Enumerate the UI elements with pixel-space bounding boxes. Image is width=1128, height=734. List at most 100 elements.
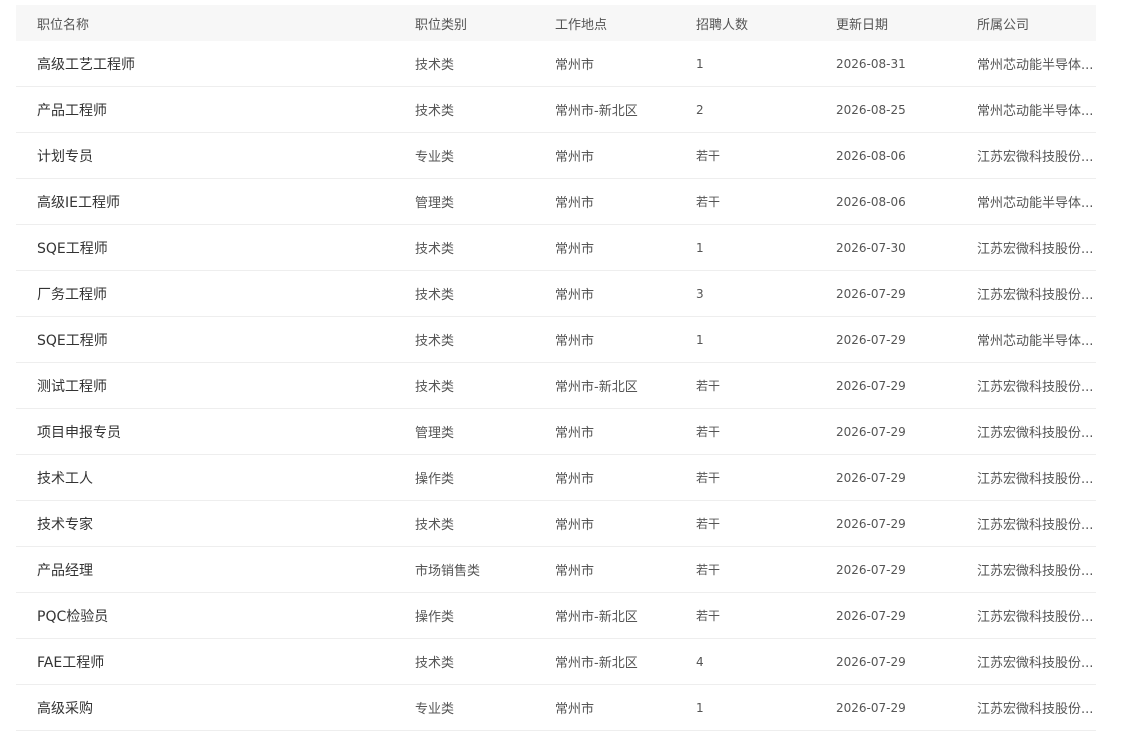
table-row[interactable]: 技术工人 操作类 常州市 若干 2026-07-29 江苏宏微科技股份... xyxy=(16,454,1096,501)
headcount: 若干 xyxy=(696,592,836,639)
job-category: 技术类 xyxy=(415,362,555,409)
header-row: 职位名称 职位类别 工作地点 招聘人数 更新日期 所属公司 xyxy=(16,5,1096,41)
update-date: 2026-07-29 xyxy=(836,546,977,593)
job-title[interactable]: 高级工艺工程师 xyxy=(16,41,415,87)
job-listing-table: 职位名称 职位类别 工作地点 招聘人数 更新日期 所属公司 高级工艺工程师 技术类… xyxy=(16,5,1096,731)
company: 江苏宏微科技股份... xyxy=(977,362,1096,409)
work-location: 常州市 xyxy=(555,500,696,547)
table-row[interactable]: 高级工艺工程师 技术类 常州市 1 2026-08-31 常州芯动能半导体... xyxy=(16,41,1096,87)
work-location: 常州市-新北区 xyxy=(555,362,696,409)
job-category: 技术类 xyxy=(415,86,555,133)
job-category: 技术类 xyxy=(415,316,555,363)
company: 江苏宏微科技股份... xyxy=(977,546,1096,593)
job-title[interactable]: 产品经理 xyxy=(16,546,415,593)
update-date: 2026-07-29 xyxy=(836,408,977,455)
job-title[interactable]: 技术工人 xyxy=(16,454,415,501)
headcount: 若干 xyxy=(696,546,836,593)
company: 江苏宏微科技股份... xyxy=(977,408,1096,455)
header-update-date: 更新日期 xyxy=(836,5,977,41)
job-category: 管理类 xyxy=(415,408,555,455)
table-row[interactable]: 高级采购 专业类 常州市 1 2026-07-29 江苏宏微科技股份... xyxy=(16,684,1096,731)
headcount: 若干 xyxy=(696,132,836,179)
update-date: 2026-07-29 xyxy=(836,362,977,409)
header-company: 所属公司 xyxy=(977,5,1096,41)
work-location: 常州市 xyxy=(555,316,696,363)
update-date: 2026-07-30 xyxy=(836,224,977,271)
header-job-category: 职位类别 xyxy=(415,5,555,41)
work-location: 常州市 xyxy=(555,270,696,317)
table-header: 职位名称 职位类别 工作地点 招聘人数 更新日期 所属公司 xyxy=(16,5,1096,41)
table-row[interactable]: 项目申报专员 管理类 常州市 若干 2026-07-29 江苏宏微科技股份... xyxy=(16,408,1096,455)
job-title[interactable]: 厂务工程师 xyxy=(16,270,415,317)
work-location: 常州市 xyxy=(555,454,696,501)
headcount: 若干 xyxy=(696,454,836,501)
headcount: 4 xyxy=(696,638,836,685)
table-row[interactable]: SQE工程师 技术类 常州市 1 2026-07-29 常州芯动能半导体... xyxy=(16,316,1096,363)
job-title[interactable]: 技术专家 xyxy=(16,500,415,547)
work-location: 常州市 xyxy=(555,224,696,271)
headcount: 2 xyxy=(696,86,836,133)
update-date: 2026-07-29 xyxy=(836,638,977,685)
job-title[interactable]: SQE工程师 xyxy=(16,224,415,271)
table-row[interactable]: 厂务工程师 技术类 常州市 3 2026-07-29 江苏宏微科技股份... xyxy=(16,270,1096,317)
job-category: 技术类 xyxy=(415,500,555,547)
update-date: 2026-07-29 xyxy=(836,454,977,501)
job-title[interactable]: 测试工程师 xyxy=(16,362,415,409)
update-date: 2026-08-06 xyxy=(836,132,977,179)
work-location: 常州市 xyxy=(555,684,696,731)
work-location: 常州市 xyxy=(555,546,696,593)
headcount: 3 xyxy=(696,270,836,317)
table-row[interactable]: 产品经理 市场销售类 常州市 若干 2026-07-29 江苏宏微科技股份... xyxy=(16,546,1096,593)
table-row[interactable]: 计划专员 专业类 常州市 若干 2026-08-06 江苏宏微科技股份... xyxy=(16,132,1096,179)
header-work-location: 工作地点 xyxy=(555,5,696,41)
job-category: 管理类 xyxy=(415,178,555,225)
table-row[interactable]: 技术专家 技术类 常州市 若干 2026-07-29 江苏宏微科技股份... xyxy=(16,500,1096,547)
table-row[interactable]: 测试工程师 技术类 常州市-新北区 若干 2026-07-29 江苏宏微科技股份... xyxy=(16,362,1096,409)
table-body: 高级工艺工程师 技术类 常州市 1 2026-08-31 常州芯动能半导体... 产品工程师… xyxy=(16,41,1096,731)
job-category: 技术类 xyxy=(415,638,555,685)
table-row[interactable]: 产品工程师 技术类 常州市-新北区 2 2026-08-25 常州芯动能半导体... xyxy=(16,86,1096,133)
company: 常州芯动能半导体... xyxy=(977,41,1096,87)
work-location: 常州市-新北区 xyxy=(555,638,696,685)
table-row[interactable]: FAE工程师 技术类 常州市-新北区 4 2026-07-29 江苏宏微科技股份... xyxy=(16,638,1096,685)
company: 江苏宏微科技股份... xyxy=(977,592,1096,639)
job-title[interactable]: 项目申报专员 xyxy=(16,408,415,455)
headcount: 若干 xyxy=(696,362,836,409)
job-category: 市场销售类 xyxy=(415,546,555,593)
company: 常州芯动能半导体... xyxy=(977,86,1096,133)
job-title[interactable]: 计划专员 xyxy=(16,132,415,179)
job-title[interactable]: 高级采购 xyxy=(16,684,415,731)
job-category: 操作类 xyxy=(415,592,555,639)
company: 江苏宏微科技股份... xyxy=(977,224,1096,271)
job-title[interactable]: 产品工程师 xyxy=(16,86,415,133)
update-date: 2026-07-29 xyxy=(836,500,977,547)
work-location: 常州市 xyxy=(555,408,696,455)
job-title[interactable]: PQC检验员 xyxy=(16,592,415,639)
table-row[interactable]: SQE工程师 技术类 常州市 1 2026-07-30 江苏宏微科技股份... xyxy=(16,224,1096,271)
company: 江苏宏微科技股份... xyxy=(977,132,1096,179)
header-job-title: 职位名称 xyxy=(16,5,415,41)
job-title[interactable]: 高级IE工程师 xyxy=(16,178,415,225)
update-date: 2026-08-31 xyxy=(836,41,977,87)
job-category: 操作类 xyxy=(415,454,555,501)
headcount: 1 xyxy=(696,224,836,271)
table-row[interactable]: PQC检验员 操作类 常州市-新北区 若干 2026-07-29 江苏宏微科技股份... xyxy=(16,592,1096,639)
job-category: 技术类 xyxy=(415,224,555,271)
job-title[interactable]: FAE工程师 xyxy=(16,638,415,685)
header-headcount: 招聘人数 xyxy=(696,5,836,41)
headcount: 1 xyxy=(696,684,836,731)
job-category: 专业类 xyxy=(415,132,555,179)
update-date: 2026-08-25 xyxy=(836,86,977,133)
company: 江苏宏微科技股份... xyxy=(977,638,1096,685)
headcount: 若干 xyxy=(696,408,836,455)
job-title[interactable]: SQE工程师 xyxy=(16,316,415,363)
update-date: 2026-07-29 xyxy=(836,592,977,639)
job-category: 技术类 xyxy=(415,41,555,87)
company: 江苏宏微科技股份... xyxy=(977,454,1096,501)
company: 江苏宏微科技股份... xyxy=(977,684,1096,731)
table-row[interactable]: 高级IE工程师 管理类 常州市 若干 2026-08-06 常州芯动能半导体... xyxy=(16,178,1096,225)
company: 江苏宏微科技股份... xyxy=(977,500,1096,547)
company: 常州芯动能半导体... xyxy=(977,178,1096,225)
work-location: 常州市-新北区 xyxy=(555,86,696,133)
update-date: 2026-07-29 xyxy=(836,684,977,731)
